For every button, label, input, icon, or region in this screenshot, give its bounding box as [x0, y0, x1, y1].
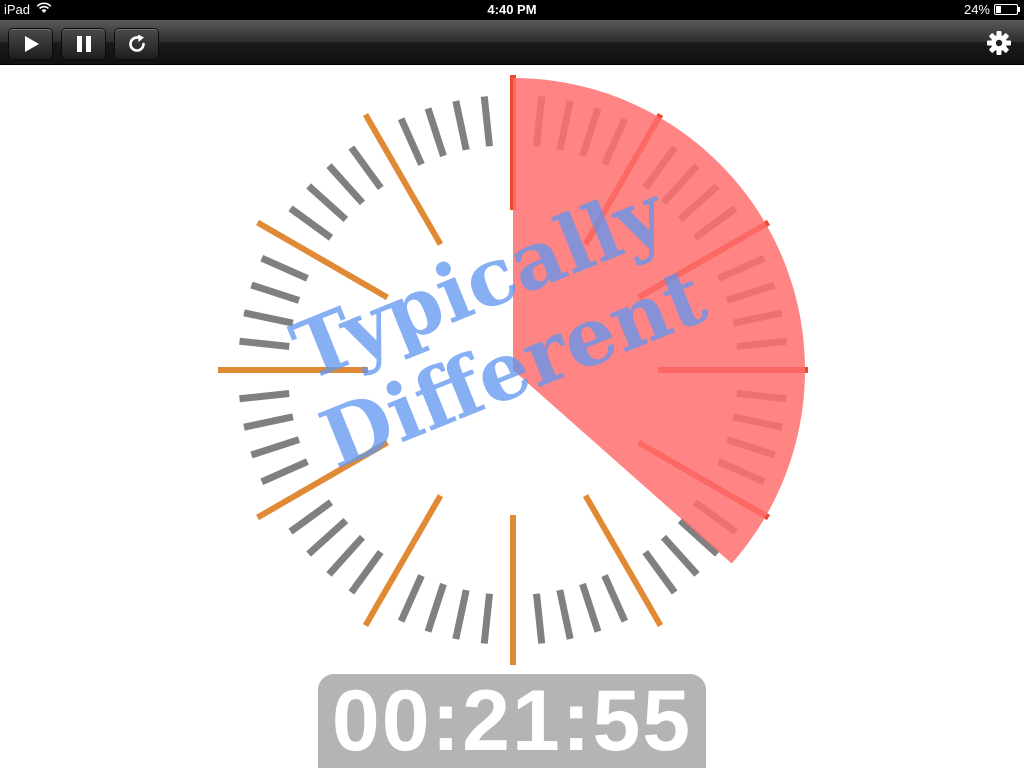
minor-tick — [260, 458, 309, 486]
minor-tick — [348, 145, 384, 191]
minor-tick — [601, 574, 629, 623]
elapsed-wedge — [513, 78, 806, 564]
battery-percent: 24% — [963, 2, 990, 17]
minor-tick — [397, 117, 425, 166]
settings-button[interactable] — [984, 28, 1014, 58]
minor-tick — [306, 517, 349, 557]
minor-tick — [480, 593, 493, 644]
minor-tick — [250, 281, 301, 304]
minor-tick — [239, 337, 290, 350]
time-display: 00:21:55 — [318, 674, 706, 768]
minor-tick — [250, 436, 301, 459]
refresh-icon — [128, 34, 145, 52]
minor-tick — [533, 593, 546, 644]
minor-tick — [424, 582, 447, 633]
minor-tick — [288, 205, 334, 241]
battery-icon — [994, 4, 1020, 15]
gear-icon — [987, 31, 1011, 55]
play-icon — [24, 36, 39, 52]
minor-tick — [326, 163, 366, 206]
minor-tick — [579, 582, 602, 633]
minor-tick — [348, 549, 384, 595]
minor-tick — [243, 413, 294, 431]
toolbar — [0, 20, 1024, 65]
reset-button[interactable] — [114, 28, 159, 60]
minor-tick — [480, 96, 493, 147]
time-readout: 00:21:55 — [331, 673, 693, 769]
play-button[interactable] — [8, 28, 53, 60]
minor-tick — [424, 107, 447, 158]
minor-tick — [243, 309, 294, 327]
minor-tick — [452, 589, 470, 640]
minor-tick — [306, 183, 349, 223]
minor-tick — [397, 574, 425, 623]
minor-tick — [326, 534, 366, 577]
minor-tick — [556, 589, 574, 640]
status-right: 24% — [963, 2, 1020, 17]
minor-tick — [642, 549, 678, 595]
timer-dial — [218, 75, 808, 665]
pause-button[interactable] — [61, 28, 106, 60]
minor-tick — [260, 254, 309, 282]
minor-tick — [239, 390, 290, 403]
minor-tick — [288, 499, 334, 535]
minor-tick — [452, 100, 470, 151]
minor-tick — [660, 534, 700, 577]
pause-icon — [76, 36, 91, 52]
status-time: 4:40 PM — [487, 2, 537, 17]
status-bar: iPad 4:40 PM 24% — [0, 0, 1024, 20]
